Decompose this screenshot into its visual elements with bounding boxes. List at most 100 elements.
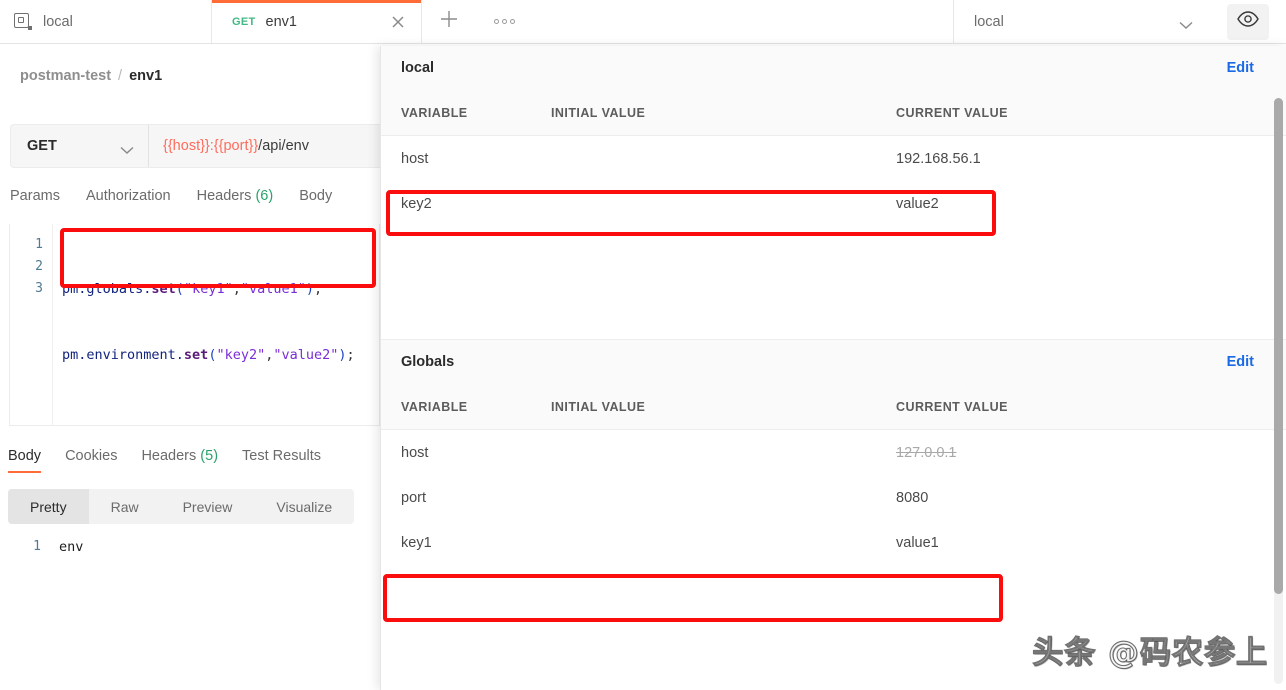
chevron-down-icon [120,142,134,154]
request-tab-method: GET [232,15,256,28]
cell-current-value: 127.0.0.1 [896,444,957,461]
environment-quick-look-panel: local Edit VARIABLE INITIAL VALUE CURREN… [380,46,1286,690]
column-header-variable: VARIABLE [401,105,468,120]
plus-icon [438,8,460,35]
breadcrumb-collection[interactable]: postman-test [20,68,111,84]
url-variables: {{host}}:{{port}} [163,138,259,154]
table-row[interactable]: port 8080 [381,475,1286,520]
cell-current-value: value2 [896,195,939,212]
more-tabs-button[interactable] [476,0,532,43]
view-mode-raw[interactable]: Raw [89,489,161,524]
env-section-header-globals: Globals Edit [381,340,1286,384]
code-semicolon: ; [314,281,323,297]
new-tab-button[interactable] [422,0,476,43]
ellipsis-icon [493,19,515,24]
table-header-row: VARIABLE INITIAL VALUE CURRENT VALUE [381,90,1286,136]
code-line: pm.environment.set("key2","value2"); [62,344,379,366]
tab-authorization[interactable]: Authorization [86,188,171,204]
environment-selector-value: local [974,13,1004,30]
response-tab-cookies-label: Cookies [65,448,118,464]
response-tab-cookies[interactable]: Cookies [65,448,117,464]
request-tabs: Params Authorization Headers (6) Body [10,188,332,204]
cell-current-value: value1 [896,534,939,551]
close-icon[interactable] [389,13,407,31]
code-comma: , [232,281,241,297]
request-tab-name: env1 [265,13,297,30]
column-header-variable: VARIABLE [401,399,468,414]
response-tab-body[interactable]: Body [8,448,42,473]
cell-variable: key1 [401,534,432,551]
script-editor[interactable]: 1 2 3 pm.globals.set("key1","value1"); p… [9,224,380,426]
response-tab-test-results[interactable]: Test Results [242,448,321,464]
tab-headers-label: Headers [196,188,252,204]
env-section-title: local [401,60,435,76]
view-mode-visualize[interactable]: Visualize [254,489,354,524]
table-header-row: VARIABLE INITIAL VALUE CURRENT VALUE [381,384,1286,430]
response-tab-headers[interactable]: Headers (5) [141,448,218,464]
code-paren-close: ) [305,281,315,297]
line-number: 2 [35,259,43,274]
response-body-line-number: 1 [33,539,41,554]
table-row[interactable]: key1 value1 [381,520,1286,565]
breadcrumb: postman-test / env1 [20,68,162,84]
response-tab-test-results-label: Test Results [242,448,322,464]
code-function: set [151,281,176,297]
tab-params[interactable]: Params [10,188,60,204]
response-body-text: env [59,539,84,555]
table-row[interactable]: host 192.168.56.1 [381,136,1286,181]
code-line: pm.globals.set("key1","value1"); [62,278,379,300]
env-table-globals: VARIABLE INITIAL VALUE CURRENT VALUE hos… [381,384,1286,565]
edit-local-link[interactable]: Edit [1227,60,1254,76]
table-row[interactable]: key2 value2 [381,181,1286,226]
tab-body-label: Body [299,188,333,204]
layers-icon [14,12,32,31]
code-paren-close: ) [338,347,347,363]
cell-variable: port [401,489,426,506]
code-arg1: "key2" [216,347,266,363]
tab-headers[interactable]: Headers (6) [197,188,274,204]
view-mode-preview[interactable]: Preview [161,489,255,524]
panel-scrollbar[interactable] [1274,98,1283,684]
code-function: set [183,347,209,363]
column-header-current-value: CURRENT VALUE [896,399,1008,414]
response-tab-headers-count: (5) [200,448,219,464]
workspace-environment-label: local [43,13,73,30]
chevron-down-icon [1179,17,1193,29]
env-section-header-local: local Edit [381,46,1286,90]
env-section-title: Globals [401,354,455,370]
tab-authorization-label: Authorization [85,188,171,204]
code-object: pm.environment. [62,347,184,363]
response-tabs: Body Cookies Headers (5) Test Results [8,448,321,473]
tab-headers-count: (6) [255,188,274,204]
tab-body[interactable]: Body [299,188,332,204]
response-tab-body-label: Body [8,448,42,464]
environment-selector[interactable]: local [954,0,1210,43]
request-tab-env1[interactable]: GET env1 [212,0,422,43]
edit-globals-link[interactable]: Edit [1227,354,1254,370]
response-view-mode-group: Pretty Raw Preview Visualize [8,489,355,524]
cell-current-value: 192.168.56.1 [896,150,981,167]
column-header-initial-value: INITIAL VALUE [551,105,646,120]
cell-variable: host [401,150,429,167]
code-object: pm.globals. [62,281,152,297]
watermark: 头条 @码农参上 [1032,634,1268,671]
table-row[interactable]: host 127.0.0.1 [381,430,1286,475]
app-window: local GET env1 local postman-test / env1… [0,0,1286,690]
view-mode-pretty[interactable]: Pretty [8,489,89,524]
response-body: 1 env [8,536,380,676]
environment-quick-look-button[interactable] [1210,0,1286,43]
http-method-select[interactable]: GET [11,125,149,167]
line-number: 1 [35,237,43,252]
panel-scrollbar-thumb[interactable] [1274,98,1283,594]
code-arg2: "value2" [273,347,339,363]
breadcrumb-request: env1 [129,68,163,84]
workspace-environment-chip[interactable]: local [0,0,212,43]
line-number: 3 [35,281,43,296]
tab-params-label: Params [10,188,60,204]
column-header-initial-value: INITIAL VALUE [551,399,646,414]
code-semicolon: ; [346,347,355,363]
script-editor-code[interactable]: pm.globals.set("key1","value1"); pm.envi… [52,224,379,425]
column-header-current-value: CURRENT VALUE [896,105,1008,120]
tab-bar-spacer [532,0,954,43]
